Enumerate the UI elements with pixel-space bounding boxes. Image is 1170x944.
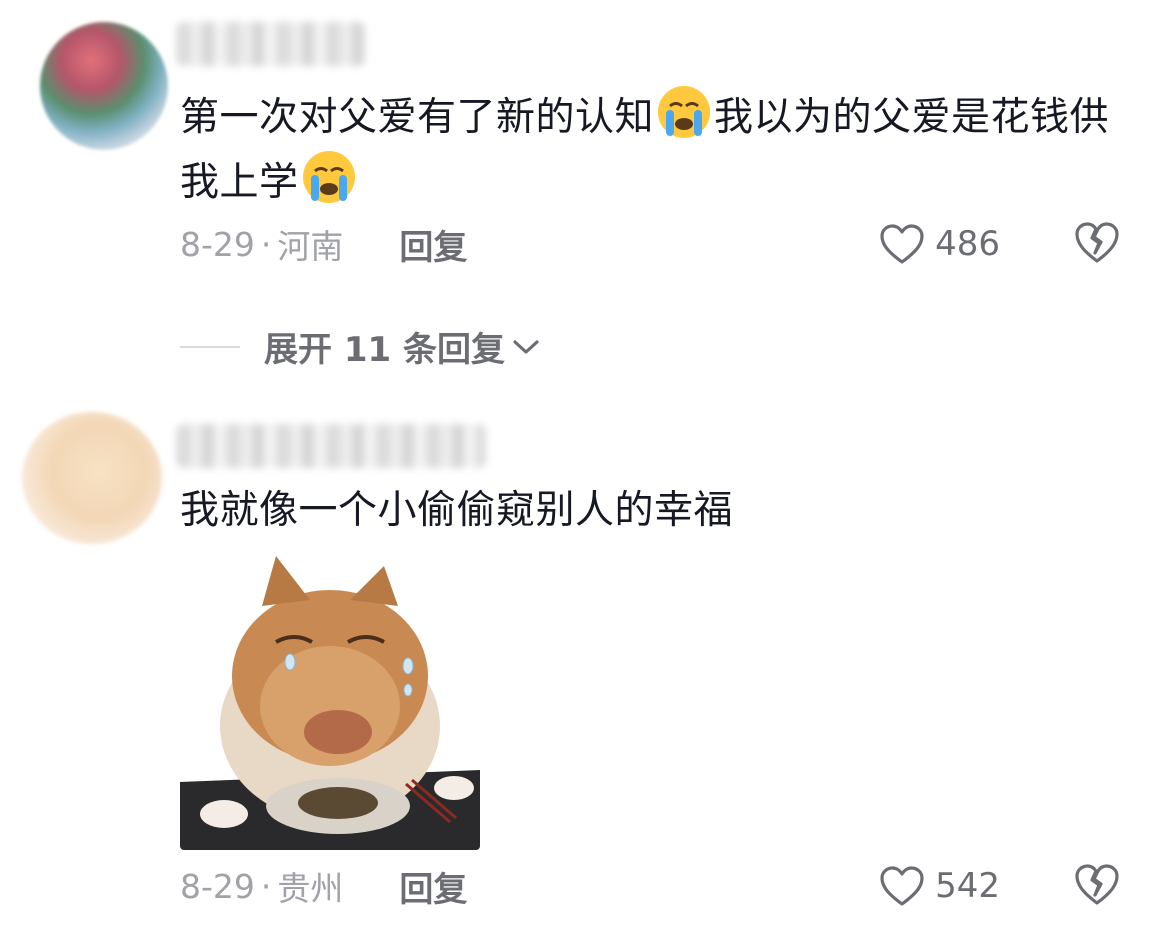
reply-button[interactable]: 回复 <box>399 862 467 911</box>
avatar[interactable] <box>40 22 168 150</box>
like-button[interactable]: 542 <box>879 862 1000 910</box>
chevron-down-icon <box>513 339 539 354</box>
comment-meta: 8-29 · 河南 回复 <box>180 220 467 269</box>
loudly-crying-face-icon <box>656 84 712 140</box>
like-count: 542 <box>935 866 1000 906</box>
heart-icon <box>880 224 924 264</box>
comment-date: 8-29 <box>180 224 255 264</box>
broken-heart-icon <box>1075 864 1119 905</box>
username-blurred[interactable] <box>176 22 366 66</box>
meta-separator: · <box>260 866 272 906</box>
heart-icon <box>880 866 924 906</box>
comment-location: 贵州 <box>277 869 344 908</box>
username-blurred[interactable] <box>176 424 486 468</box>
dislike-button[interactable] <box>1074 220 1120 268</box>
like-button[interactable]: 486 <box>879 220 1000 268</box>
dislike-button[interactable] <box>1074 862 1120 910</box>
expand-replies-button[interactable]: 展开 11 条回复 <box>180 322 541 371</box>
comment-location: 河南 <box>277 227 344 266</box>
avatar[interactable] <box>22 412 162 544</box>
loudly-crying-face-icon <box>301 149 357 205</box>
broken-heart-icon <box>1075 222 1119 263</box>
meta-separator: · <box>260 224 272 264</box>
like-count: 486 <box>935 224 1000 264</box>
divider-line <box>180 345 240 348</box>
comment-meta: 8-29 · 贵州 回复 <box>180 862 467 911</box>
crying-cat-sticker-image[interactable] <box>180 556 480 850</box>
comment-date: 8-29 <box>180 866 255 906</box>
expand-replies-label: 展开 11 条回复 <box>264 330 505 370</box>
comment-text: 我就像一个小偷偷窥别人的幸福 <box>180 488 734 533</box>
comment-text: 第一次对父爱有了新的认知 我以为的父爱是花钱供我上学 <box>180 84 1120 214</box>
reply-button[interactable]: 回复 <box>399 220 467 269</box>
